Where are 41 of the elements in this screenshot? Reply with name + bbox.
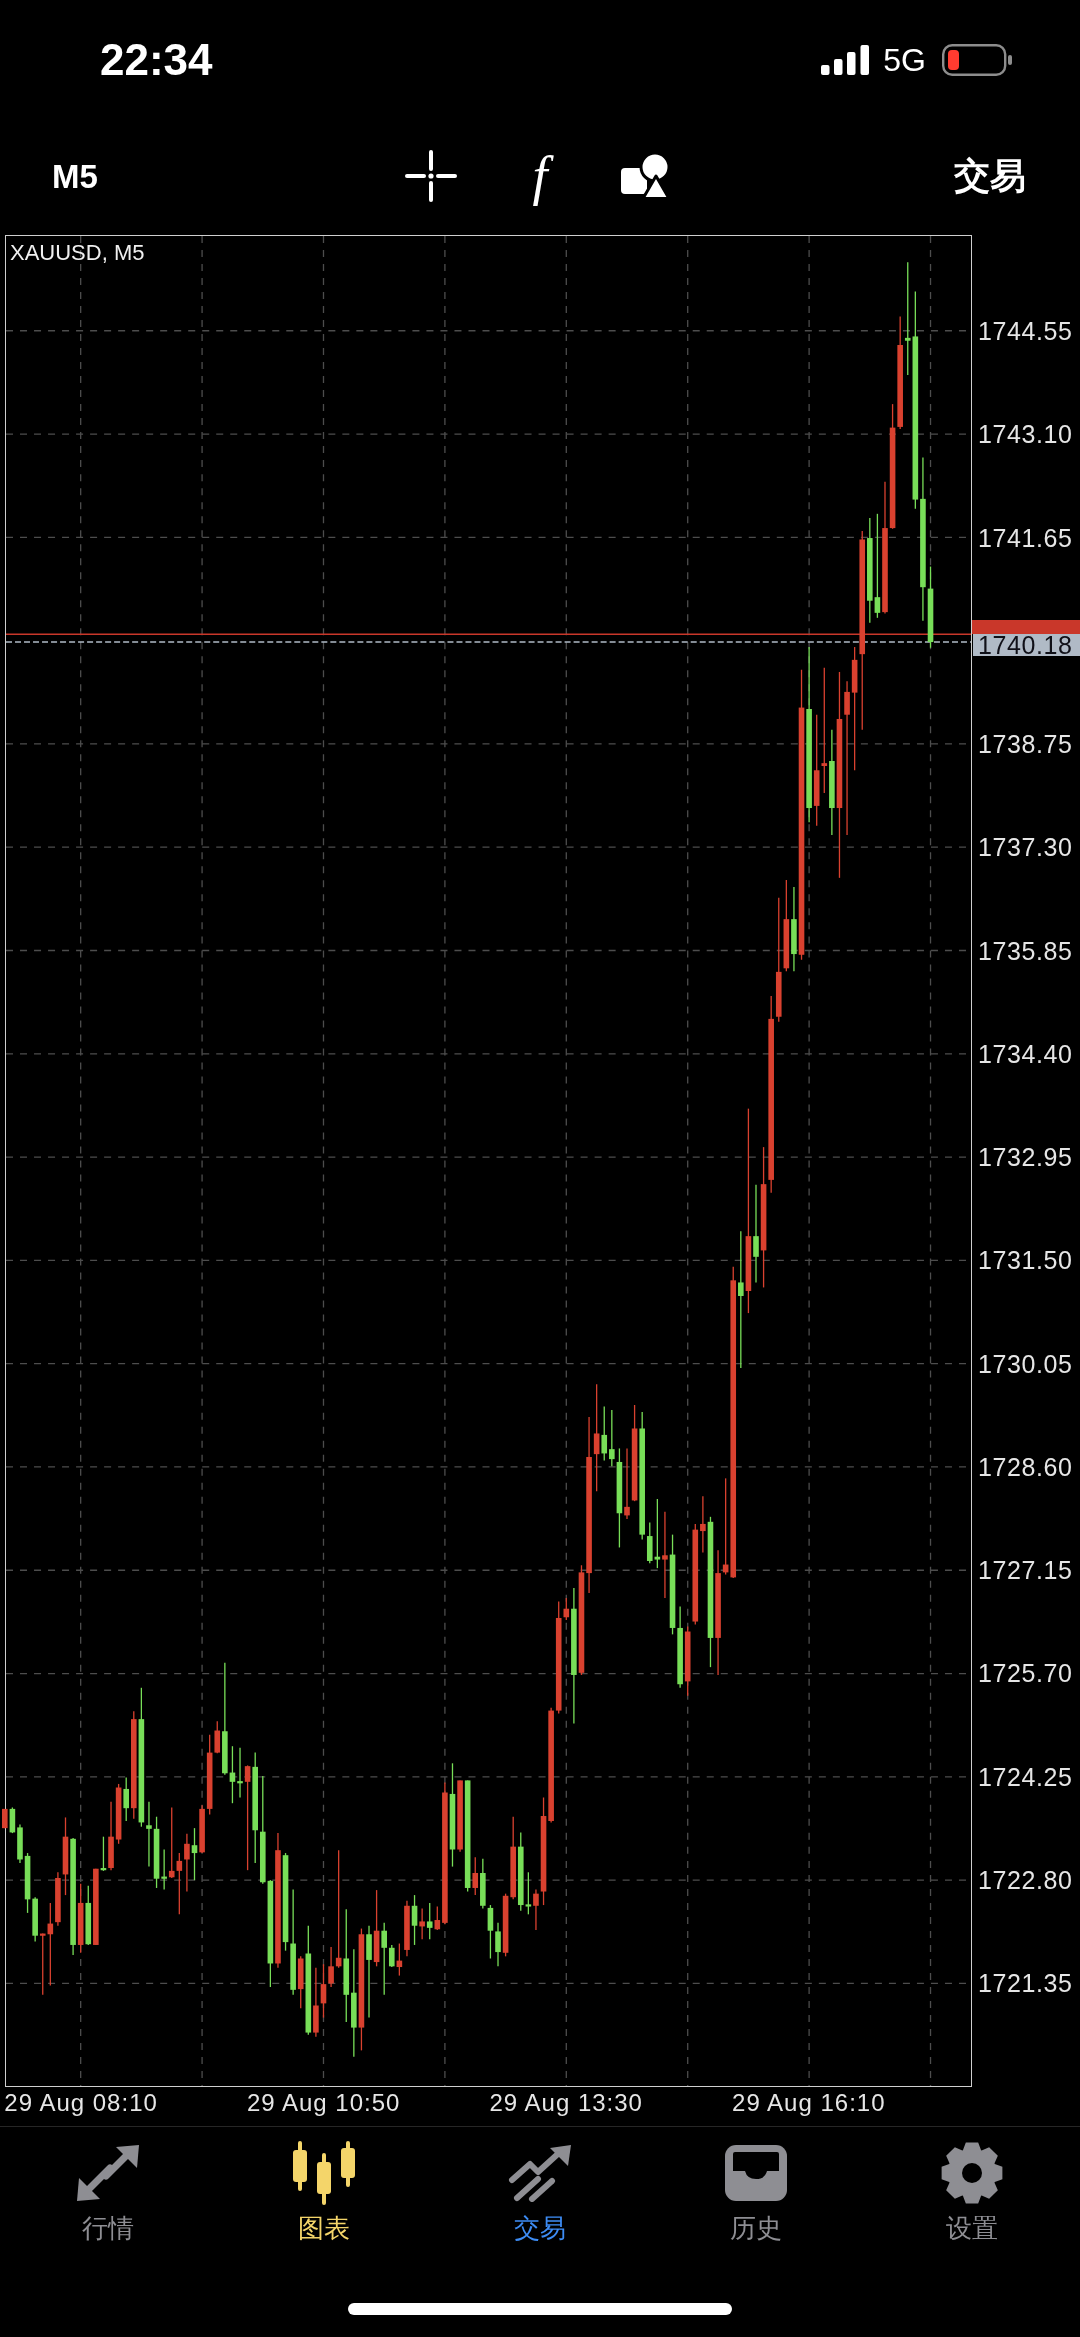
trend-arrow-icon: [508, 2144, 572, 2202]
chart-title: XAUUSD, M5: [10, 240, 145, 266]
settings-gear-icon: [940, 2141, 1004, 2205]
current-price-label: 1740.18: [973, 634, 1080, 657]
signal-icon: [821, 45, 870, 75]
crosshair-icon: [405, 150, 457, 202]
price-axis-label: 1730.05: [978, 1349, 1073, 1378]
price-axis-label: 1728.60: [978, 1452, 1073, 1481]
nav-tab[interactable]: 设置: [940, 2141, 1004, 2243]
price-axis-label: 1721.35: [978, 1968, 1073, 1997]
status-time: 22:34: [100, 38, 213, 82]
candlestick-icon: [290, 2141, 358, 2205]
price-axis-label: 1744.55: [978, 317, 1073, 346]
price-axis-label: 1737.30: [978, 833, 1073, 862]
time-axis-label: 29 Aug 10:50: [246, 2089, 401, 2117]
price-axis-label: 1738.75: [978, 730, 1073, 759]
price-axis-label: 1741.65: [978, 523, 1073, 552]
price-axis-label: 1731.50: [978, 1246, 1073, 1275]
nav-tab[interactable]: 交易: [508, 2141, 572, 2243]
indicator-button[interactable]: f: [519, 145, 561, 207]
time-axis-label: 29 Aug 08:10: [4, 2089, 158, 2117]
price-axis-label: 1734.40: [978, 1039, 1073, 1068]
inbox-icon: [725, 2145, 787, 2201]
nav-tab[interactable]: 图表: [290, 2141, 358, 2243]
price-axis-label: 1722.80: [978, 1865, 1073, 1894]
time-axis-label: 29 Aug 16:10: [732, 2089, 886, 2117]
trade-button[interactable]: 交易: [954, 158, 1026, 194]
nav-tab[interactable]: 历史: [725, 2141, 787, 2243]
diagonal-arrows-icon: [76, 2144, 140, 2202]
price-axis-label: 1724.25: [978, 1762, 1073, 1791]
price-axis-label: 1727.15: [978, 1556, 1073, 1584]
crosshair-button[interactable]: [405, 150, 457, 202]
battery-icon: [942, 44, 1012, 76]
price-axis-label: 1725.70: [978, 1659, 1073, 1688]
network-label: 5G: [883, 44, 926, 76]
price-axis-label: 1732.95: [978, 1143, 1073, 1172]
price-axis-label: 1735.85: [978, 936, 1073, 965]
time-axis-label: 29 Aug 13:30: [489, 2089, 643, 2117]
price-axis-label: 1743.10: [978, 420, 1073, 449]
timeframe-button[interactable]: M5: [52, 159, 100, 193]
nav-tab[interactable]: 行情: [76, 2141, 140, 2243]
